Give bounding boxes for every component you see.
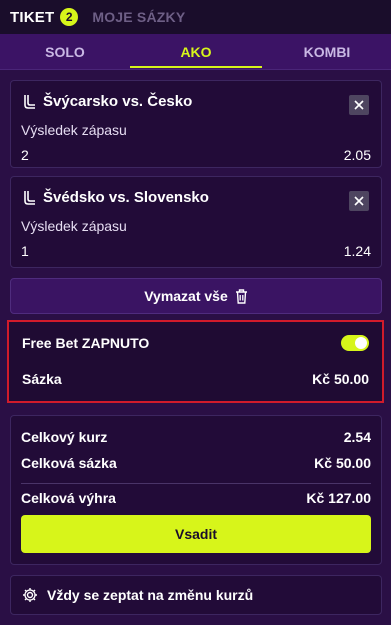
- match-title: Švýcarsko vs. Česko: [21, 93, 192, 110]
- remove-bet-button[interactable]: [349, 95, 369, 115]
- stake-value[interactable]: Kč 50.00: [312, 371, 369, 387]
- bet-type-tabs: SOLO AKO KOMBI: [0, 34, 391, 70]
- tab-my-bets[interactable]: MOJE SÁZKY: [92, 9, 185, 25]
- total-win-value: Kč 127.00: [306, 490, 371, 506]
- total-odds-label: Celkový kurz: [21, 429, 108, 445]
- total-win-row: Celková výhra Kč 127.00: [21, 490, 371, 506]
- bet-slip-item: Švýcarsko vs. Česko Výsledek zápasu 2 2.…: [10, 80, 382, 168]
- market-name: Výsledek zápasu: [21, 218, 127, 234]
- market-name: Výsledek zápasu: [21, 122, 127, 138]
- stake-label: Sázka: [22, 371, 62, 387]
- hockey-stick-icon: [24, 190, 35, 205]
- ticket-count-badge: 2: [60, 8, 79, 26]
- trash-icon: [235, 288, 247, 304]
- clear-all-label: Vymazat vše: [144, 288, 228, 304]
- free-bet-label: Free Bet ZAPNUTO: [22, 335, 150, 351]
- remove-bet-button[interactable]: [349, 191, 369, 211]
- gear-icon: [23, 588, 37, 602]
- tab-ticket[interactable]: TIKET 2: [10, 8, 79, 26]
- odd-value: 2.05: [343, 147, 371, 163]
- odds-change-label: Vždy se zeptat na změnu kurzů: [47, 587, 254, 603]
- match-name: Švýcarsko vs. Česko: [43, 93, 193, 110]
- summary-divider: [21, 483, 371, 484]
- total-win-label: Celková výhra: [21, 490, 116, 506]
- total-stake-label: Celková sázka: [21, 455, 117, 471]
- close-icon: [354, 100, 364, 110]
- pick-value: 1: [21, 243, 29, 259]
- total-odds-value: 2.54: [343, 429, 371, 445]
- tab-kombi[interactable]: KOMBI: [272, 34, 382, 70]
- clear-all-button[interactable]: Vymazat vše: [10, 278, 382, 314]
- tab-solo[interactable]: SOLO: [10, 34, 120, 70]
- bet-slip-item: Švédsko vs. Slovensko Výsledek zápasu 1 …: [10, 176, 382, 268]
- pick-value: 2: [21, 147, 29, 163]
- tab-ako[interactable]: AKO: [130, 34, 262, 70]
- ticket-header: TIKET 2 MOJE SÁZKY: [0, 0, 391, 34]
- total-stake-value: Kč 50.00: [314, 455, 371, 471]
- free-bet-toggle[interactable]: [341, 335, 369, 351]
- free-bet-panel: Free Bet ZAPNUTO Sázka Kč 50.00: [7, 320, 384, 403]
- total-stake-row: Celková sázka Kč 50.00: [21, 455, 371, 471]
- place-bet-button[interactable]: Vsadit: [21, 515, 371, 553]
- match-title: Švédsko vs. Slovensko: [21, 189, 209, 206]
- total-odds-row: Celkový kurz 2.54: [21, 429, 371, 445]
- odds-change-settings[interactable]: Vždy se zeptat na změnu kurzů: [10, 575, 382, 615]
- bet-summary: Celkový kurz 2.54 Celková sázka Kč 50.00…: [10, 415, 382, 565]
- odd-value: 1.24: [343, 243, 371, 259]
- hockey-stick-icon: [24, 94, 35, 109]
- tab-ticket-label: TIKET: [10, 8, 55, 26]
- close-icon: [354, 196, 364, 206]
- match-name: Švédsko vs. Slovensko: [43, 189, 209, 206]
